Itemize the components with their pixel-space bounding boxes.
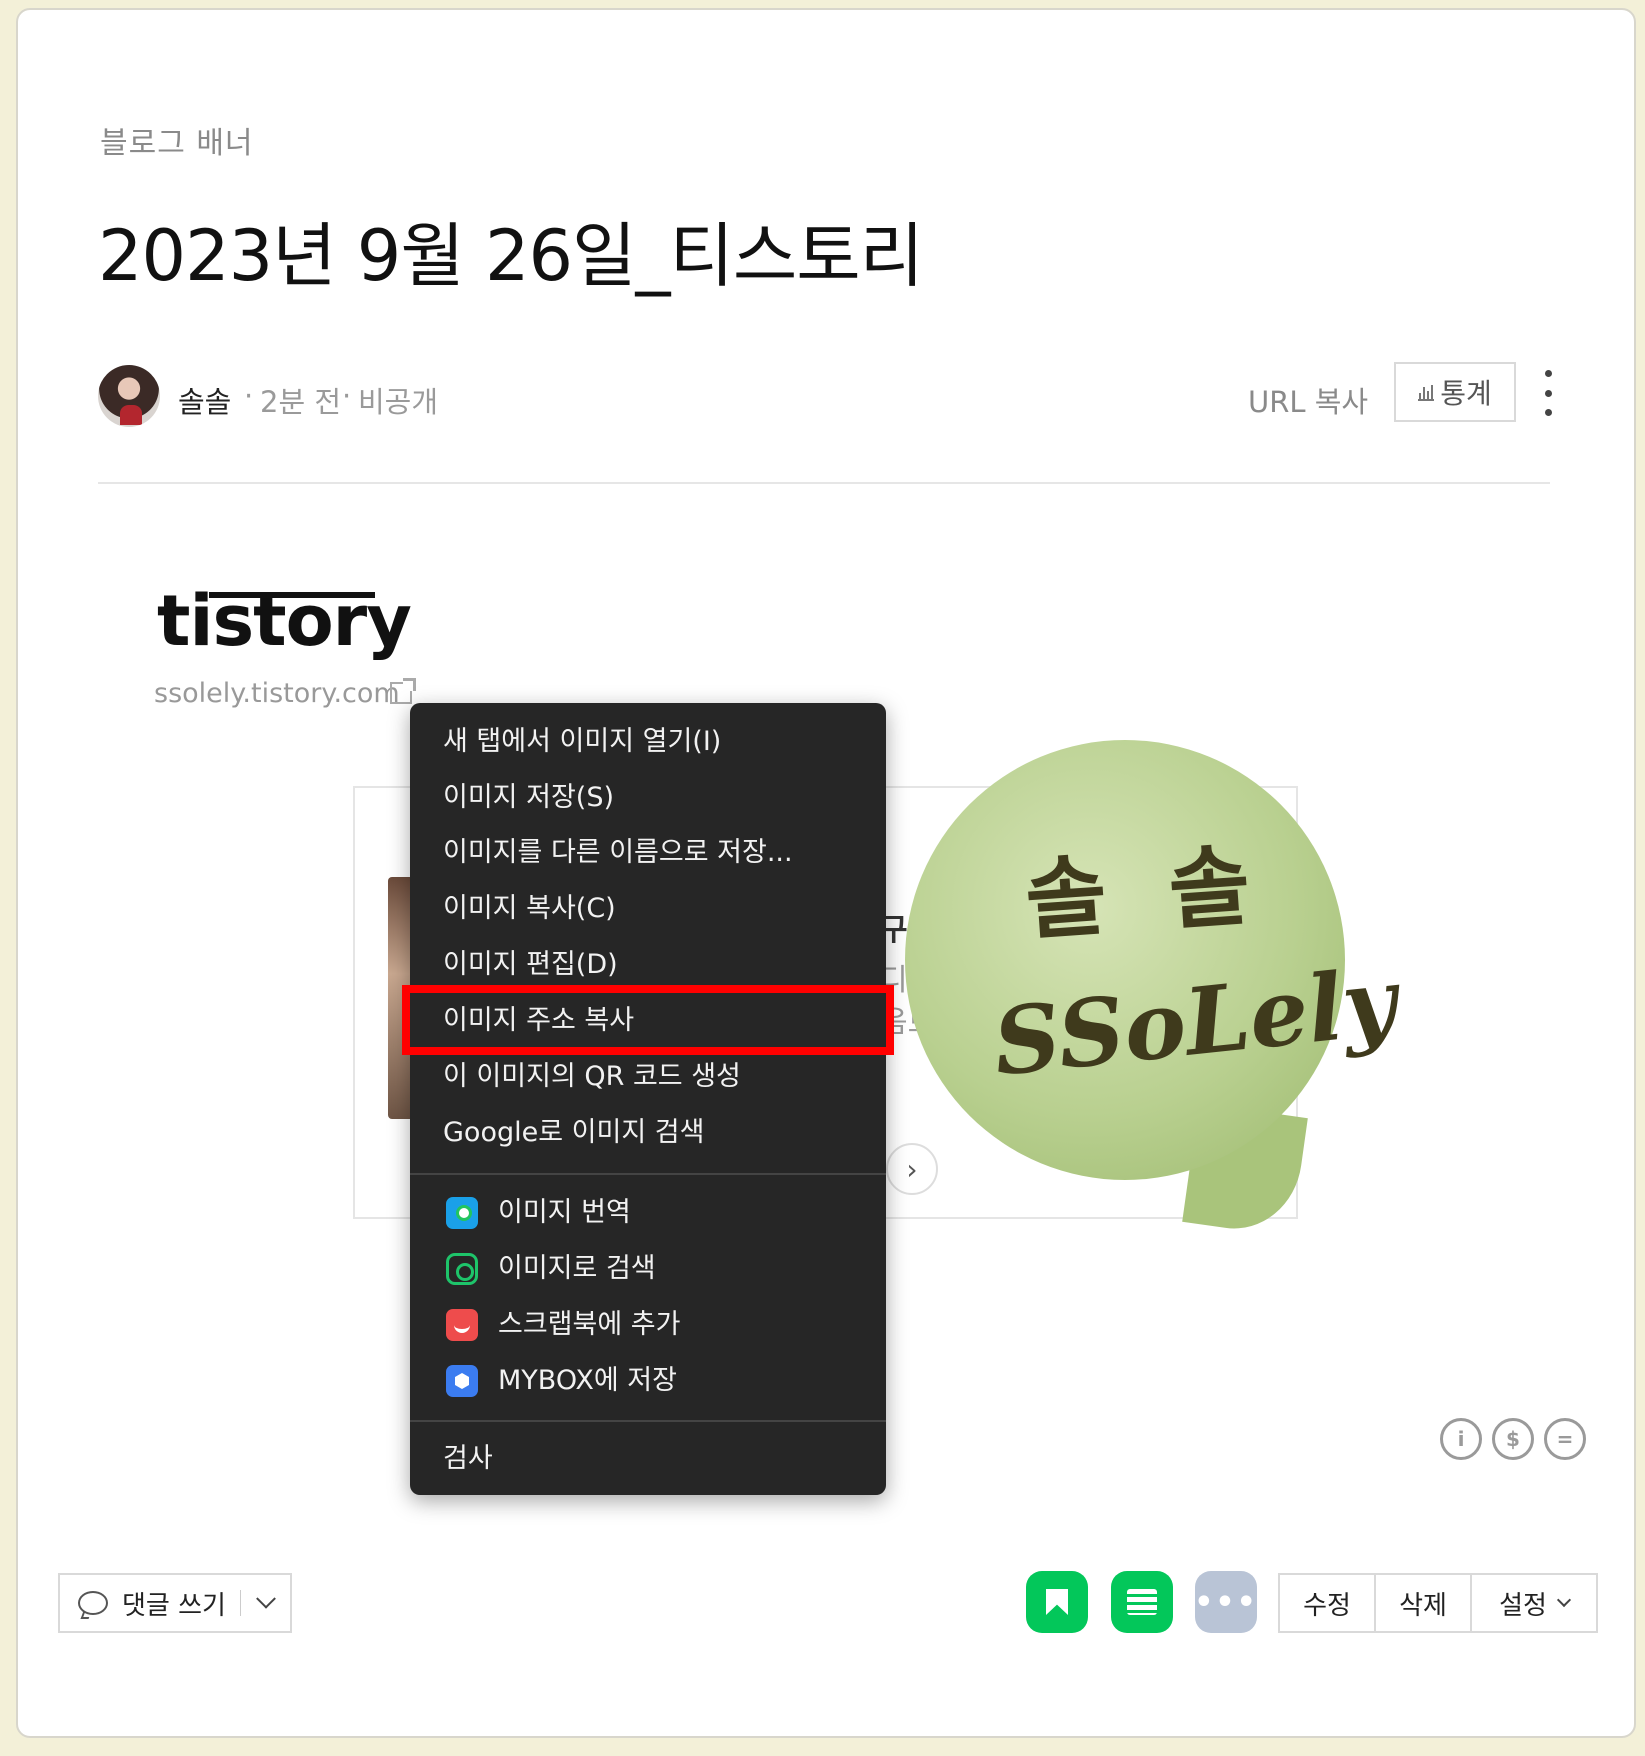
url-copy-button[interactable]: URL 복사 — [1248, 379, 1368, 421]
meta-separator: · — [342, 379, 352, 413]
cc-nd-icon[interactable]: = — [1544, 1418, 1586, 1460]
chevron-down-icon — [1556, 1592, 1571, 1608]
bar-chart-icon — [1418, 383, 1435, 401]
menu-item-save-image-as[interactable]: 이미지를 다른 이름으로 저장... — [443, 828, 793, 878]
menu-item-save-mybox[interactable]: MYBOX에 저장 — [498, 1356, 677, 1406]
external-link-icon[interactable] — [390, 678, 416, 704]
license-icons: i $ = — [1440, 1418, 1586, 1460]
blog-url-link[interactable]: ssolely.tistory.com — [154, 678, 400, 709]
settings-label: 설정 — [1499, 1590, 1547, 1621]
post-category[interactable]: 블로그 배너 — [100, 118, 254, 162]
stats-button[interactable]: 통계 — [1394, 362, 1516, 422]
author-name[interactable]: 솔솔 — [178, 379, 231, 421]
menu-separator — [410, 1173, 886, 1175]
menu-item-inspect[interactable]: 검사 — [443, 1434, 493, 1484]
chevron-down-icon[interactable] — [256, 1588, 276, 1609]
header-divider — [98, 482, 1550, 484]
menu-item-qr-code[interactable]: 이 이미지의 QR 코드 생성 — [443, 1052, 741, 1102]
delete-button[interactable]: 삭제 — [1376, 1575, 1472, 1631]
papago-icon — [446, 1197, 478, 1229]
share-more-button[interactable]: ••• — [1194, 1571, 1257, 1633]
share-cafe-button[interactable] — [1111, 1571, 1173, 1633]
context-menu: 새 탭에서 이미지 열기(I) 이미지 저장(S) 이미지를 다른 이름으로 저… — [410, 703, 886, 1495]
menu-item-add-scrapbook[interactable]: 스크랩북에 추가 — [498, 1300, 680, 1350]
tistory-logo: tistory — [157, 580, 412, 662]
menu-item-save-image[interactable]: 이미지 저장(S) — [443, 773, 614, 823]
post-title: 2023년 9월 26일_티스토리 — [98, 215, 924, 297]
mybox-icon — [446, 1365, 478, 1397]
menu-item-translate-image[interactable]: 이미지 번역 — [498, 1188, 631, 1238]
meta-separator: · — [244, 379, 254, 413]
menu-item-copy-image[interactable]: 이미지 복사(C) — [443, 884, 616, 934]
speech-bubble-icon — [78, 1591, 108, 1615]
scrapbook-icon — [446, 1309, 478, 1341]
share-blog-button[interactable] — [1026, 1571, 1088, 1633]
avatar[interactable] — [98, 365, 160, 427]
comment-button[interactable]: 댓글 쓰기 — [58, 1573, 292, 1633]
stats-label: 통계 — [1440, 377, 1492, 410]
menu-item-google-search[interactable]: Google로 이미지 검색 — [443, 1108, 704, 1158]
bubble-text-korean: 솔 솔 — [1022, 831, 1270, 953]
cc-by-icon[interactable]: i — [1440, 1418, 1482, 1460]
post-visibility: 비공개 — [358, 385, 439, 419]
speech-bubble-image[interactable]: 솔 솔 SSoLely — [905, 730, 1401, 1238]
highlight-box — [402, 985, 894, 1055]
menu-separator — [410, 1420, 886, 1422]
post-time: 2분 전 — [260, 385, 342, 419]
settings-button[interactable]: 설정 — [1472, 1575, 1596, 1631]
menu-item-search-by-image[interactable]: 이미지로 검색 — [498, 1244, 656, 1294]
comment-label: 댓글 쓰기 — [122, 1590, 226, 1621]
post-meta: 솔솔 · 2분 전 · 비공개 URL 복사 통계 — [98, 362, 1552, 428]
menu-item-edit-image[interactable]: 이미지 편집(D) — [443, 940, 618, 990]
comment-divider — [239, 1590, 241, 1616]
cc-nc-icon[interactable]: $ — [1492, 1418, 1534, 1460]
edit-button[interactable]: 수정 — [1280, 1575, 1376, 1631]
post-actions: 수정 삭제 설정 — [1278, 1573, 1598, 1633]
menu-item-open-new-tab[interactable]: 새 탭에서 이미지 열기(I) — [443, 717, 721, 767]
lens-icon — [446, 1253, 478, 1285]
more-options-icon[interactable] — [1536, 370, 1560, 416]
